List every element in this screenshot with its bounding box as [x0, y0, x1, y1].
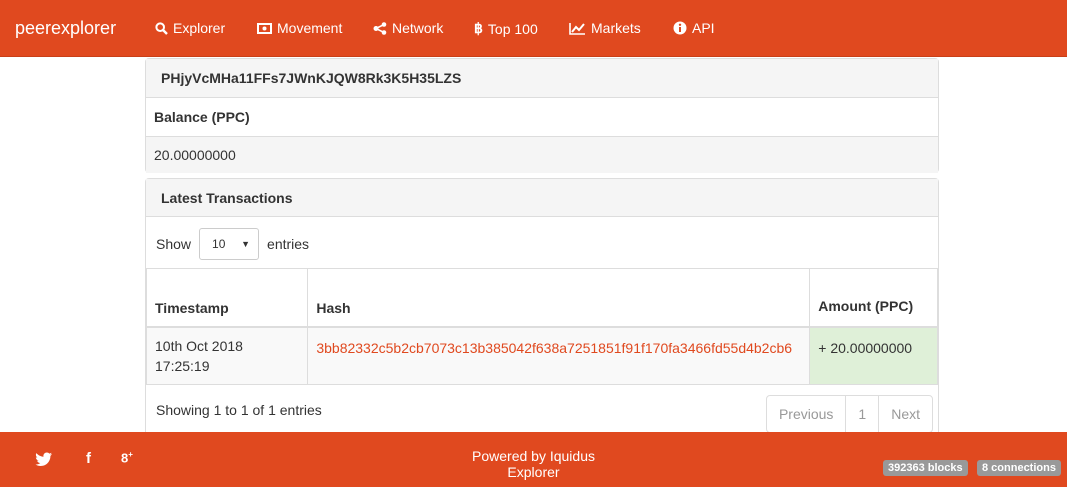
transactions-panel: Latest Transactions Show 10 ▼ entries Ti… [145, 178, 939, 433]
brand-link[interactable]: peerexplorer [15, 18, 116, 39]
nav-top100[interactable]: ฿ Top 100 [474, 20, 538, 37]
row-timestamp-date: 10th Oct 2018 [155, 337, 243, 354]
address-id: PHjyVcMHa11FFs7JWnKJQW8Rk3K5H35LZS [146, 59, 938, 98]
top-navbar: peerexplorer Explorer Movement Network ฿… [0, 0, 1067, 57]
balance-label: Balance (PPC) [146, 98, 938, 137]
balance-value: 20.00000000 [146, 137, 938, 173]
nav-movement[interactable]: Movement [257, 20, 342, 36]
bitcoin-icon: ฿ [474, 20, 483, 36]
address-panel: PHjyVcMHa11FFs7JWnKJQW8Rk3K5H35LZS Balan… [145, 58, 939, 173]
col-hash[interactable]: Hash [307, 268, 811, 328]
row-timestamp: 10th Oct 2018 17:25:19 [145, 326, 309, 385]
page-size-value: 10 [212, 237, 226, 251]
nav-network-label: Network [392, 20, 444, 36]
nav-markets[interactable]: Markets [569, 20, 641, 36]
footer: f 8+ Powered by Iquidus Explorer 392363 … [0, 432, 1067, 487]
search-icon [155, 21, 168, 35]
page-size-control: Show 10 ▼ entries [156, 228, 309, 260]
share-icon [373, 21, 387, 35]
previous-button[interactable]: Previous [767, 396, 845, 432]
nav-explorer[interactable]: Explorer [155, 20, 225, 36]
table-row: 10th Oct 2018 17:25:19 3bb82332c5b2cb707… [145, 326, 938, 385]
show-label: Show [156, 236, 192, 252]
transactions-table: Timestamp Hash Amount (PPC) 10th Oct 201… [145, 268, 938, 385]
info-circle-icon [673, 21, 687, 35]
line-chart-icon [569, 22, 586, 35]
page-size-select[interactable]: 10 ▼ [199, 228, 260, 260]
nav-api-label: API [692, 20, 715, 36]
nav-explorer-label: Explorer [173, 20, 226, 36]
page-1-button[interactable]: 1 [845, 396, 878, 432]
blocks-badge: 392363 blocks [883, 460, 968, 476]
row-hash-link[interactable]: 3bb82332c5b2cb7073c13b385042f638a7251851… [307, 326, 811, 385]
row-timestamp-time: 17:25:19 [155, 357, 210, 374]
money-icon [257, 22, 272, 34]
table-info: Showing 1 to 1 of 1 entries [156, 402, 322, 418]
col-amount[interactable]: Amount (PPC) [809, 268, 938, 328]
nav-top100-label: Top 100 [487, 20, 538, 37]
entries-label: entries [267, 236, 310, 252]
nav-network[interactable]: Network [373, 20, 443, 36]
col-timestamp[interactable]: Timestamp [145, 268, 309, 328]
transactions-title: Latest Transactions [146, 179, 938, 217]
table-header-row: Timestamp Hash Amount (PPC) [145, 268, 938, 328]
nav-movement-label: Movement [277, 20, 343, 36]
row-amount: + 20.00000000 [809, 326, 938, 385]
caret-down-icon: ▼ [241, 239, 251, 249]
nav-api[interactable]: API [673, 20, 715, 36]
connections-badge: 8 connections [977, 460, 1061, 476]
next-button[interactable]: Next [878, 396, 932, 432]
nav-markets-label: Markets [591, 20, 641, 36]
pagination: Previous 1 Next [765, 395, 933, 433]
